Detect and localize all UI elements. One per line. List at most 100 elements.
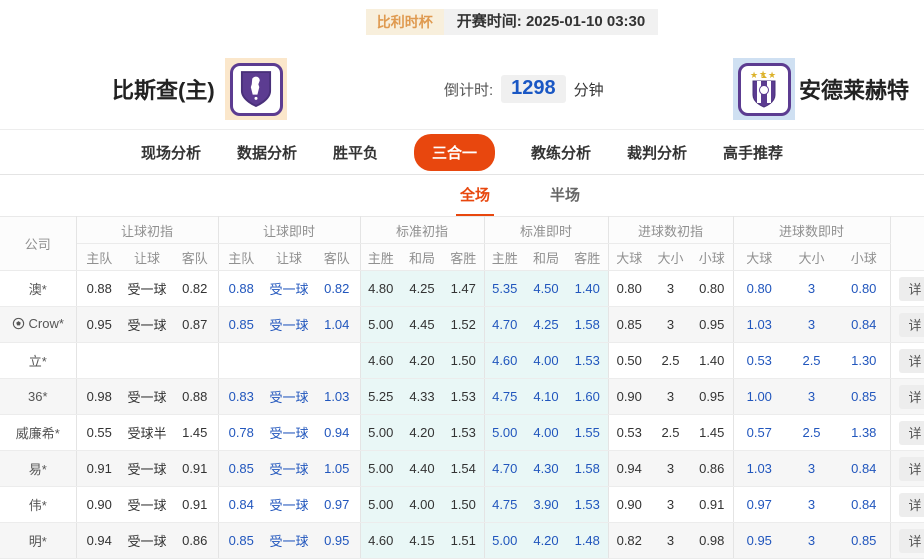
countdown-label: 倒计时: (444, 79, 493, 100)
odds-cell: 0.97 (733, 487, 785, 523)
odds-cell (218, 343, 264, 379)
odds-cell: 1.40 (567, 271, 608, 307)
scope-tab[interactable]: 半场 (546, 184, 584, 216)
odds-cell: 1.50 (443, 343, 484, 379)
odds-cell: 3 (785, 379, 838, 415)
col-group-header: 让球即时 (218, 217, 360, 244)
nav-tab[interactable]: 胜平负 (333, 142, 378, 163)
odds-cell: 0.91 (172, 487, 218, 523)
odds-row: 36*0.98受一球0.880.83受一球1.035.254.331.534.7… (0, 379, 924, 415)
odds-cell: 3 (650, 271, 691, 307)
odds-cell: 0.88 (218, 271, 264, 307)
odds-cell: 1.03 (314, 379, 360, 415)
odds-cell: 0.85 (838, 379, 890, 415)
scope-tab[interactable]: 全场 (456, 184, 494, 216)
col-subheader: 主队 (218, 244, 264, 271)
odds-cell: 4.40 (401, 451, 443, 487)
nav-tab[interactable]: 三合一 (414, 134, 495, 171)
odds-cell: 0.94 (608, 451, 650, 487)
col-subheader: 让球 (264, 244, 314, 271)
svg-text:★: ★ (768, 70, 776, 80)
odds-cell: 0.87 (172, 307, 218, 343)
countdown-unit: 分钟 (574, 79, 604, 100)
football-icon (12, 317, 25, 333)
odds-cell: 受一球 (122, 523, 172, 559)
detail-cell: 详 (890, 415, 924, 451)
odds-cell: 4.00 (525, 415, 567, 451)
odds-cell: 1.58 (567, 451, 608, 487)
nav-tab[interactable]: 高手推荐 (723, 142, 783, 163)
odds-cell: 0.97 (314, 487, 360, 523)
odds-cell (172, 343, 218, 379)
detail-button[interactable]: 详 (899, 385, 924, 409)
detail-button[interactable]: 详 (899, 529, 924, 553)
odds-cell: 受一球 (264, 379, 314, 415)
bookmaker-name: 伟* (0, 487, 76, 523)
detail-button[interactable]: 详 (899, 313, 924, 337)
nav-tab[interactable]: 数据分析 (237, 142, 297, 163)
detail-button[interactable]: 详 (899, 277, 924, 301)
odds-cell: 4.70 (484, 307, 525, 343)
col-subheader: 主胜 (360, 244, 401, 271)
odds-cell: 1.52 (443, 307, 484, 343)
odds-cell: 4.75 (484, 487, 525, 523)
odds-cell: 1.05 (314, 451, 360, 487)
company-column-header: 公司 (0, 217, 76, 271)
odds-cell: 0.85 (838, 523, 890, 559)
odds-table-body: 澳*0.88受一球0.820.88受一球0.824.804.251.475.35… (0, 271, 924, 559)
odds-cell: 0.88 (76, 271, 122, 307)
odds-cell: 受一球 (122, 271, 172, 307)
detail-button[interactable]: 详 (899, 421, 924, 445)
odds-cell: 0.94 (76, 523, 122, 559)
nav-tab[interactable]: 裁判分析 (627, 142, 687, 163)
odds-cell: 1.53 (443, 379, 484, 415)
odds-cell: 3 (650, 523, 691, 559)
detail-button[interactable]: 详 (899, 493, 924, 517)
col-group-header: 标准初指 (360, 217, 484, 244)
col-subheader: 让球 (122, 244, 172, 271)
col-subheader: 客队 (172, 244, 218, 271)
odds-cell: 受一球 (264, 523, 314, 559)
odds-cell: 4.20 (525, 523, 567, 559)
away-team-name: 安德莱赫特 (799, 73, 909, 105)
odds-cell: 4.15 (401, 523, 443, 559)
odds-cell: 0.84 (838, 307, 890, 343)
odds-cell: 3 (785, 523, 838, 559)
odds-cell: 1.40 (691, 343, 733, 379)
odds-cell: 0.90 (608, 379, 650, 415)
odds-cell: 2.5 (650, 343, 691, 379)
bookmaker-name: 易* (0, 451, 76, 487)
nav-tab[interactable]: 现场分析 (141, 142, 201, 163)
odds-cell: 0.80 (608, 271, 650, 307)
odds-cell: 受一球 (122, 487, 172, 523)
odds-row: 立*4.604.201.504.604.001.530.502.51.400.5… (0, 343, 924, 379)
bookmaker-name: 36* (0, 379, 76, 415)
odds-cell: 0.90 (76, 487, 122, 523)
bookmaker-name: Crow* (0, 307, 76, 343)
away-crest-tile: ★ ★ ★ (738, 63, 791, 116)
odds-cell: 1.45 (691, 415, 733, 451)
odds-row: 伟*0.90受一球0.910.84受一球0.975.004.001.504.75… (0, 487, 924, 523)
odds-cell: 0.91 (76, 451, 122, 487)
scope-tabs: 全场 半场 (58, 175, 924, 216)
odds-cell: 4.45 (401, 307, 443, 343)
odds-table: 公司 让球初指让球即时标准初指标准即时进球数初指进球数即时 主队让球客队主队让球… (0, 216, 924, 559)
odds-cell: 0.98 (76, 379, 122, 415)
odds-row: 易*0.91受一球0.910.85受一球1.055.004.401.544.70… (0, 451, 924, 487)
nav-tab[interactable]: 教练分析 (531, 142, 591, 163)
odds-cell (122, 343, 172, 379)
detail-button[interactable]: 详 (899, 349, 924, 373)
odds-cell: 0.83 (218, 379, 264, 415)
detail-button[interactable]: 详 (899, 457, 924, 481)
odds-cell: 2.5 (785, 343, 838, 379)
odds-cell: 4.20 (401, 415, 443, 451)
odds-cell: 5.00 (360, 307, 401, 343)
col-subheader: 大小 (650, 244, 691, 271)
odds-table-wrap: 公司 让球初指让球即时标准初指标准即时进球数初指进球数即时 主队让球客队主队让球… (0, 216, 924, 559)
detail-cell: 详 (890, 451, 924, 487)
odds-row: 威廉希*0.55受球半1.450.78受一球0.945.004.201.535.… (0, 415, 924, 451)
odds-cell: 0.85 (608, 307, 650, 343)
odds-cell: 3 (785, 487, 838, 523)
odds-cell: 4.60 (484, 343, 525, 379)
odds-cell: 0.95 (691, 379, 733, 415)
